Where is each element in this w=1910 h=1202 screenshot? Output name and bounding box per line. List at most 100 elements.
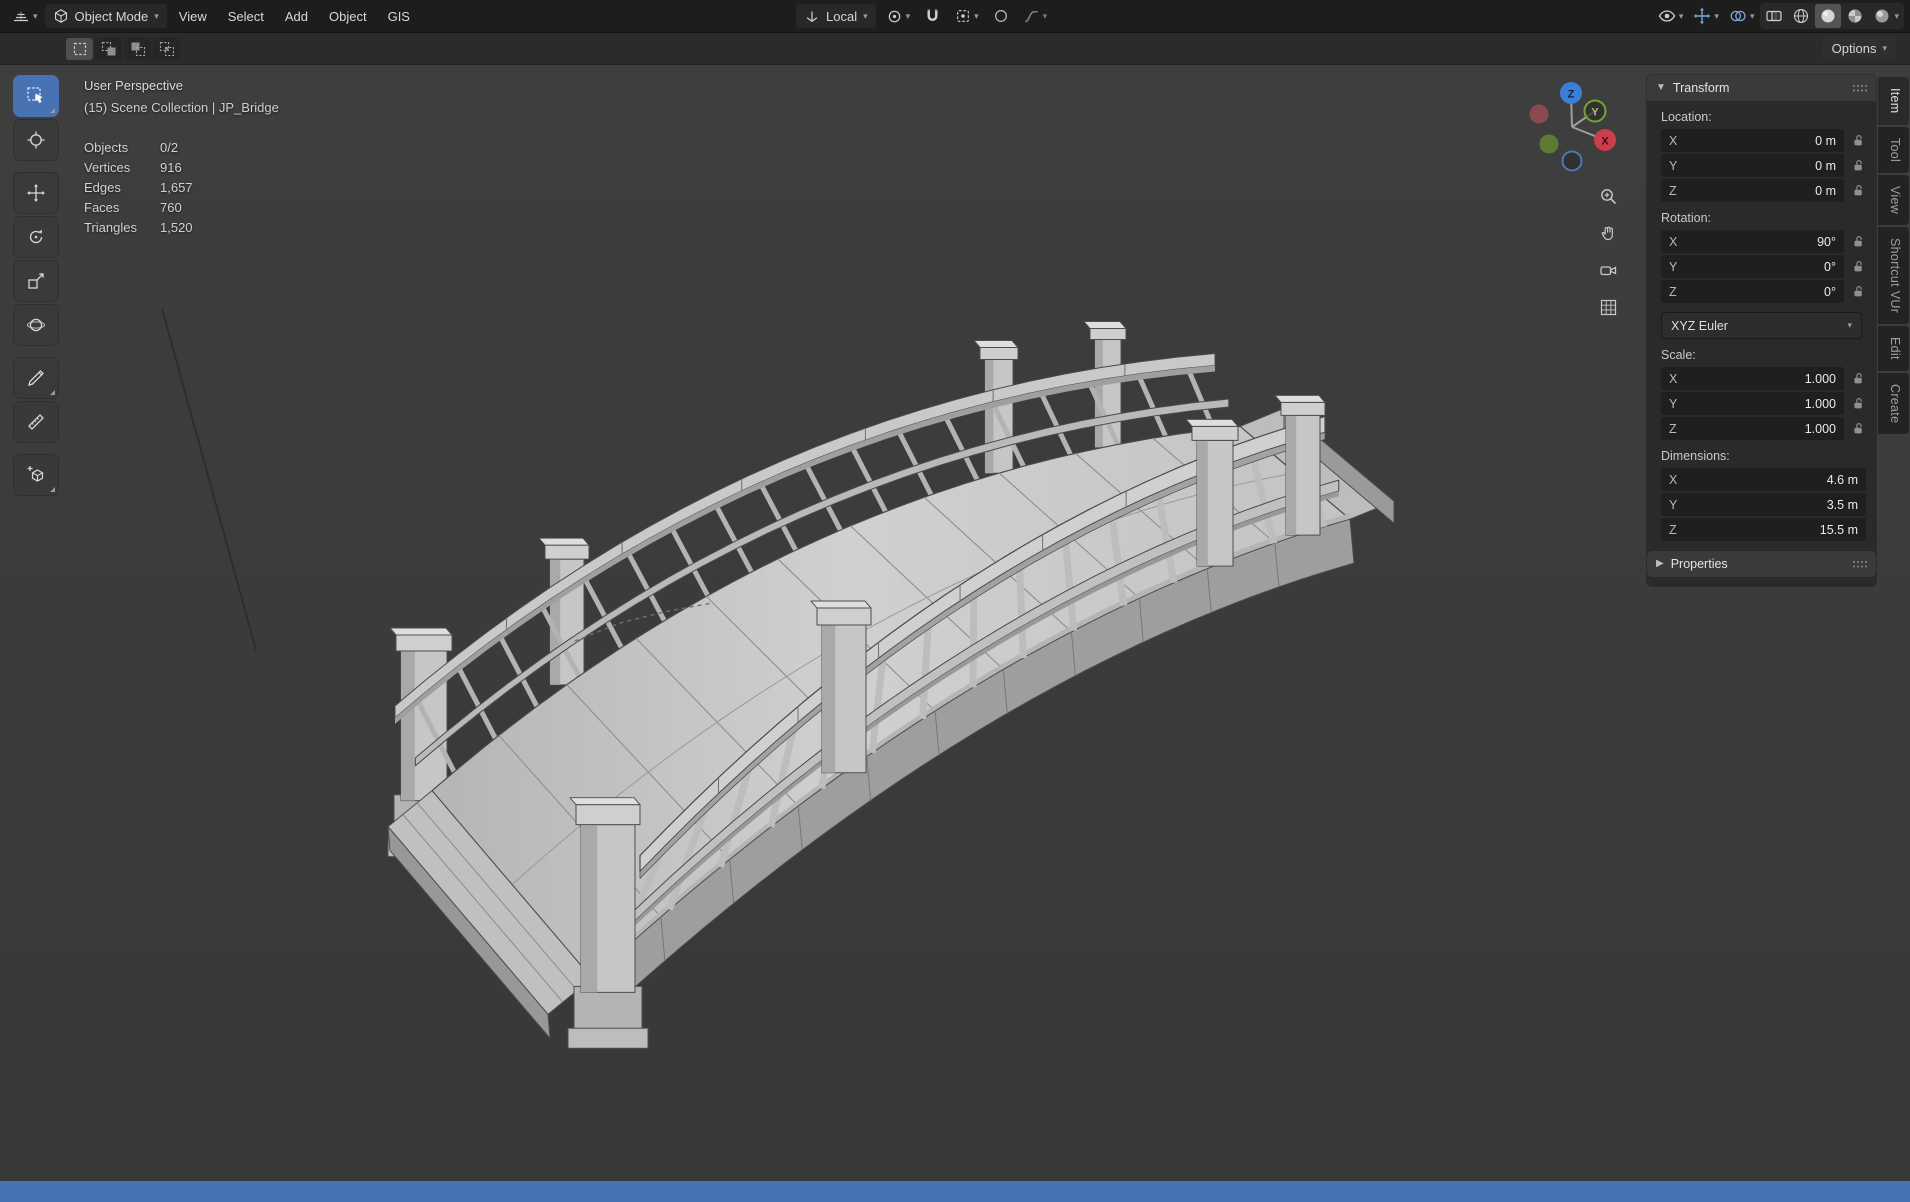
camera-view-button[interactable] (1591, 253, 1625, 287)
proportional-editing-toggle[interactable] (989, 4, 1013, 28)
transform-icon (26, 315, 46, 335)
tool-cursor[interactable] (13, 119, 59, 161)
menu-view[interactable]: View (170, 6, 216, 27)
cube-icon (53, 8, 69, 24)
pan-button[interactable] (1591, 216, 1625, 250)
rotation-x-row: X 90° (1647, 230, 1876, 253)
lock-open-icon[interactable] (1851, 422, 1866, 435)
tool-select-box[interactable] (13, 75, 59, 117)
shading-solid-button[interactable] (1815, 4, 1842, 28)
field-value: 3.5 m (1826, 497, 1858, 512)
chevron-right-icon: ▶ (1656, 558, 1664, 569)
lock-open-icon[interactable] (1851, 159, 1866, 172)
snap-target-dropdown[interactable]: ▾ (951, 4, 983, 28)
lock-open-icon[interactable] (1851, 285, 1866, 298)
chevron-down-icon: ▾ (1714, 10, 1719, 21)
zoom-button[interactable] (1591, 179, 1625, 213)
gizmos-toggle-dropdown[interactable]: ▾ (1689, 4, 1723, 28)
overlays-toggle-dropdown[interactable]: ▾ (1725, 4, 1759, 28)
scale-y-field[interactable]: Y 1.000 (1661, 392, 1844, 415)
rotation-mode-dropdown[interactable]: XYZ Euler ▾ (1661, 312, 1862, 339)
tab-tool[interactable]: Tool (1878, 126, 1909, 173)
scale-z-field[interactable]: Z 1.000 (1661, 417, 1844, 440)
field-value: 4.6 m (1826, 472, 1858, 487)
tool-add-cube[interactable] (13, 454, 59, 496)
wireframe-sphere-icon (1792, 7, 1810, 25)
tab-edit[interactable]: Edit (1878, 325, 1909, 371)
select-mode-extend-button[interactable] (95, 37, 122, 60)
tool-transform[interactable] (13, 304, 59, 346)
viewport-toolbar (13, 75, 59, 496)
lock-open-icon[interactable] (1851, 397, 1866, 410)
rotation-z-field[interactable]: Z 0° (1661, 280, 1844, 303)
dimensions-y-field[interactable]: Y 3.5 m (1661, 493, 1866, 516)
3d-viewport[interactable]: User Perspective (15) Scene Collection |… (0, 65, 1910, 1181)
tool-scale[interactable] (13, 260, 59, 302)
select-mode-subtract-button[interactable] (124, 37, 151, 60)
cursor-icon (26, 130, 46, 150)
select-box-icon (26, 86, 46, 106)
navigation-gizmo[interactable]: Y Z X (1500, 65, 1650, 185)
shading-wireframe-button[interactable] (1788, 4, 1814, 28)
rotation-y-field[interactable]: Y 0° (1661, 255, 1844, 278)
tool-annotate[interactable] (13, 357, 59, 399)
gizmo-x-label: X (1601, 136, 1609, 148)
tool-measure[interactable] (13, 401, 59, 443)
select-mode-intersect-button[interactable] (153, 37, 180, 60)
proportional-falloff-dropdown[interactable]: ▾ (1019, 4, 1052, 28)
select-mode-set-button[interactable] (66, 37, 93, 60)
lock-open-icon[interactable] (1851, 372, 1866, 385)
stat-value: 1,657 (160, 180, 193, 195)
editor-type-button[interactable]: ▾ (8, 4, 42, 28)
menu-select[interactable]: Select (219, 6, 273, 27)
drag-dots-icon[interactable] (1852, 560, 1867, 569)
menu-object[interactable]: Object (320, 6, 376, 27)
menu-gis[interactable]: GIS (379, 6, 419, 27)
field-value: 15.5 m (1819, 522, 1858, 537)
lock-open-icon[interactable] (1851, 235, 1866, 248)
shading-material-button[interactable] (1842, 4, 1868, 28)
tab-shortcut-vur[interactable]: Shortcut VUr (1878, 226, 1909, 324)
dimensions-y-row: Y 3.5 m (1647, 493, 1876, 516)
object-visibility-dropdown[interactable]: ▾ (1654, 4, 1688, 28)
field-value: 1.000 (1804, 421, 1836, 436)
location-z-field[interactable]: Z 0 m (1661, 179, 1844, 202)
transform-panel-header[interactable]: ▼ Transform (1647, 75, 1876, 101)
options-dropdown[interactable]: Options ▾ (1822, 37, 1896, 60)
tab-view[interactable]: View (1878, 174, 1909, 225)
tab-item[interactable]: Item (1878, 77, 1909, 125)
dimensions-z-field[interactable]: Z 15.5 m (1661, 518, 1866, 541)
properties-panel-header[interactable]: ▶ Properties (1647, 551, 1876, 577)
properties-panel-title: Properties (1670, 557, 1728, 571)
tool-move[interactable] (13, 172, 59, 214)
lock-open-icon[interactable] (1851, 134, 1866, 147)
magnet-icon (924, 8, 941, 25)
lock-open-icon[interactable] (1851, 260, 1866, 273)
tool-rotate[interactable] (13, 216, 59, 258)
mode-dropdown[interactable]: Object Mode ▾ (44, 4, 167, 28)
menu-add[interactable]: Add (276, 6, 317, 27)
shading-rendered-button[interactable]: ▾ (1869, 4, 1903, 28)
dimensions-x-field[interactable]: X 4.6 m (1661, 468, 1866, 491)
transform-orientation-dropdown[interactable]: Local ▾ (796, 4, 876, 28)
pivot-point-dropdown[interactable]: ▾ (882, 4, 915, 28)
tab-create[interactable]: Create (1878, 372, 1909, 434)
stat-value: 1,520 (160, 220, 193, 235)
location-x-field[interactable]: X 0 m (1661, 129, 1844, 152)
stat-label: Objects (84, 140, 129, 155)
location-y-field[interactable]: Y 0 m (1661, 154, 1844, 177)
scale-x-field[interactable]: X 1.000 (1661, 367, 1844, 390)
material-sphere-icon (1846, 7, 1864, 25)
lock-open-icon[interactable] (1851, 184, 1866, 197)
gizmo-y-label: Y (1591, 107, 1599, 119)
drag-dots-icon[interactable] (1852, 84, 1867, 93)
gizmo-axis-y-neg[interactable] (1539, 134, 1559, 154)
gizmo-axis-x-neg[interactable] (1529, 104, 1549, 124)
xray-toggle-button[interactable] (1761, 4, 1787, 28)
snap-toggle-button[interactable] (920, 4, 945, 28)
ortho-toggle-button[interactable] (1591, 290, 1625, 324)
snap-target-icon (955, 8, 971, 24)
stat-value: 0/2 (160, 140, 179, 155)
gizmo-axis-z-neg[interactable] (1561, 150, 1583, 172)
rotation-x-field[interactable]: X 90° (1661, 230, 1844, 253)
